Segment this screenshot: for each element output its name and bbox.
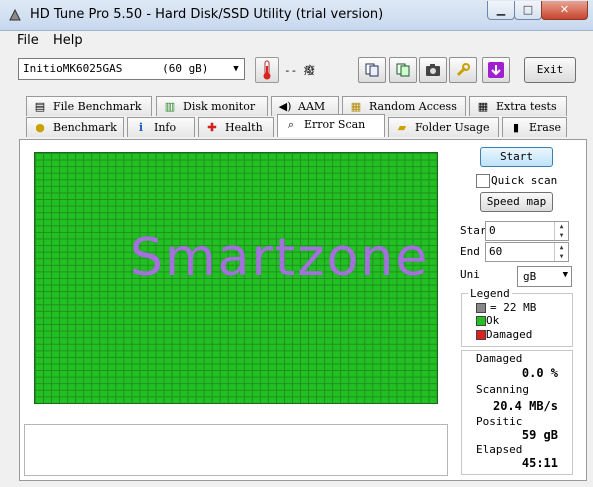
start-input[interactable]: 0 ▲ ▼ xyxy=(485,221,569,241)
start-field-label: Star xyxy=(460,224,487,237)
scan-block-grid xyxy=(34,152,438,404)
camera-icon xyxy=(425,64,441,82)
drive-select[interactable]: InitioMK6025GAS (60 gB) ▼ xyxy=(18,58,245,80)
scan-log-box xyxy=(24,424,448,476)
options-button[interactable] xyxy=(449,57,477,83)
damaged-label: Damaged xyxy=(476,352,523,365)
damaged-value: 0.0 % xyxy=(521,366,558,380)
copy-icon xyxy=(364,63,380,82)
menu-file[interactable]: File xyxy=(17,33,39,48)
wrench-icon xyxy=(455,63,471,82)
minimize-button[interactable]: ▁ xyxy=(487,1,515,20)
quick-scan-label: Quick scan xyxy=(491,174,558,187)
tab-label: AAM xyxy=(298,100,326,113)
tab-info[interactable]: i Info xyxy=(127,117,195,137)
health-cross-icon: ✚ xyxy=(207,121,217,134)
folder-icon: ▰ xyxy=(397,121,407,134)
legend-damaged-swatch xyxy=(476,330,486,340)
tab-disk-monitor[interactable]: ▥ Disk monitor xyxy=(156,96,268,116)
tab-label: Health xyxy=(225,121,263,134)
end-input[interactable]: 60 ▲ ▼ xyxy=(485,242,569,262)
legend-damaged-label: Damaged xyxy=(486,328,533,341)
spin-arrows-icon[interactable]: ▲ ▼ xyxy=(554,222,568,240)
tab-aam[interactable]: ◀) AAM xyxy=(271,96,339,116)
elapsed-value: 45:11 xyxy=(521,456,558,470)
extra-tests-icon: ▦ xyxy=(477,100,489,113)
legend-block-swatch xyxy=(476,303,486,313)
tab-label: Random Access xyxy=(369,100,457,113)
chevron-down-icon: ▼ xyxy=(562,270,568,280)
tab-erase[interactable]: ▮ Erase xyxy=(502,117,567,137)
tab-benchmark[interactable]: ● Benchmark xyxy=(26,117,124,137)
position-label: Positic xyxy=(476,415,523,428)
scanning-value: 20.4 MB/s xyxy=(492,399,558,413)
magnifier-icon: ⌕ xyxy=(287,118,295,131)
end-field-label: End xyxy=(460,245,480,258)
legend-ok-swatch xyxy=(476,316,486,326)
unit-label: Uni xyxy=(460,268,480,281)
copy-screenshot-button[interactable] xyxy=(389,57,417,83)
position-value: 59 gB xyxy=(521,428,558,442)
tab-label: Disk monitor xyxy=(183,100,256,113)
spin-arrows-icon[interactable]: ▲ ▼ xyxy=(554,243,568,261)
disk-monitor-icon: ▥ xyxy=(164,100,176,113)
close-button[interactable]: ✕ xyxy=(541,1,588,20)
app-icon xyxy=(8,8,22,22)
maximize-button[interactable]: □ xyxy=(514,1,542,20)
chevron-down-icon: ▼ xyxy=(233,64,239,74)
thermometer-icon xyxy=(255,57,279,83)
tab-error-scan[interactable]: ⌕ Error Scan xyxy=(277,114,385,137)
tab-label: File Benchmark xyxy=(53,100,142,113)
legend-ok-label: Ok xyxy=(486,314,500,327)
legend-block-size: = 22 MB xyxy=(490,301,537,314)
tab-label: Error Scan xyxy=(304,118,366,131)
tab-label: Folder Usage xyxy=(415,121,490,134)
drive-select-value: InitioMK6025GAS (60 gB) xyxy=(23,62,209,75)
tab-label: Benchmark xyxy=(53,121,117,134)
file-benchmark-icon: ▤ xyxy=(34,100,46,113)
tab-label: Erase xyxy=(529,121,562,134)
temperature-readout: -- 癈 xyxy=(284,64,315,77)
download-arrow-icon xyxy=(487,62,505,83)
scanning-label: Scanning xyxy=(476,383,529,396)
legend-title: Legend xyxy=(468,287,512,300)
tab-extra-tests[interactable]: ▦ Extra tests xyxy=(469,96,567,116)
tab-random-access[interactable]: ▦ Random Access xyxy=(342,96,466,116)
tab-health[interactable]: ✚ Health xyxy=(198,117,274,137)
menu-help[interactable]: Help xyxy=(53,33,83,48)
end-input-value: 60 xyxy=(489,245,503,258)
unit-select[interactable]: gB ▼ xyxy=(517,266,572,287)
tab-file-benchmark[interactable]: ▤ File Benchmark xyxy=(26,96,152,116)
start-input-value: 0 xyxy=(489,224,496,237)
copy-text-button[interactable] xyxy=(358,57,386,83)
copy-image-icon xyxy=(395,63,411,82)
info-icon: i xyxy=(138,121,144,134)
lightbulb-icon: ● xyxy=(35,121,45,134)
unit-select-value: gB xyxy=(523,270,537,283)
tab-label: Extra tests xyxy=(496,100,557,113)
speed-map-button[interactable]: Speed map xyxy=(480,192,553,212)
tab-folder-usage[interactable]: ▰ Folder Usage xyxy=(388,117,499,137)
save-button[interactable] xyxy=(482,57,510,83)
elapsed-label: Elapsed xyxy=(476,443,523,456)
tab-label: Info xyxy=(154,121,177,134)
start-button[interactable]: Start xyxy=(480,147,553,167)
trash-icon: ▮ xyxy=(512,121,520,134)
exit-button[interactable]: Exit xyxy=(524,57,576,83)
window-title: HD Tune Pro 5.50 - Hard Disk/SSD Utility… xyxy=(30,7,384,22)
screenshot-button[interactable] xyxy=(419,57,447,83)
menu-bar: File Help xyxy=(0,31,593,51)
quick-scan-checkbox[interactable] xyxy=(476,174,490,188)
